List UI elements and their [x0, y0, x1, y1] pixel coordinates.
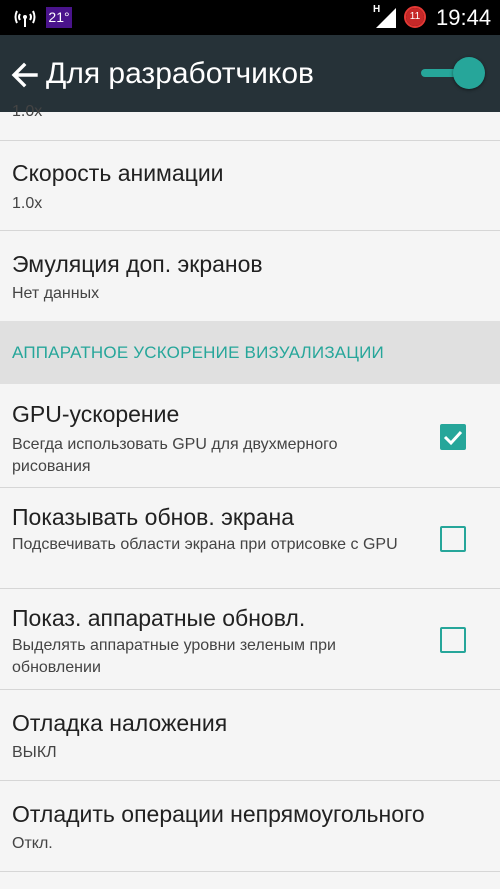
list-item-animation-scale[interactable]: Скорость анимации 1.0x [0, 141, 500, 231]
list-item-title: Отладка наложения [12, 710, 228, 736]
section-header-label: АППАРАТНОЕ УСКОРЕНИЕ ВИЗУАЛИЗАЦИИ [12, 343, 384, 362]
checkbox-unchecked[interactable] [440, 526, 466, 552]
hotspot-icon [14, 10, 36, 27]
list-item-title: Отладить операции непрямоугольного [12, 801, 425, 827]
page-title: Для разработчиков [46, 57, 314, 90]
list-item-title: GPU-ускорение [12, 401, 180, 427]
list-item-summary: 1.0x [12, 103, 43, 120]
temperature-badge: 21° [46, 7, 72, 28]
list-item-secondary-displays[interactable]: Эмуляция доп. экранов Нет данных [0, 231, 500, 321]
list-item-show-surface-updates[interactable]: Показывать обнов. экрана Подсвечивать об… [0, 488, 500, 589]
list-item-summary: Выделять аппаратные уровни зеленым при о… [12, 637, 336, 676]
list-item-cutoff[interactable]: 1.0x [0, 103, 500, 141]
list-item-title: Показ. аппаратные обновл. [12, 605, 306, 631]
checkbox-unchecked[interactable] [440, 627, 466, 653]
status-bar: 21° H 11 19:44 [0, 0, 500, 35]
list-item-summary: 1.0x [12, 195, 43, 212]
list-item-title: Эмуляция доп. экранов [12, 251, 263, 277]
notification-count-badge: 11 [406, 8, 424, 26]
developer-options-switch[interactable] [453, 57, 485, 89]
list-item-title: Показывать обнов. экрана [12, 504, 294, 530]
list-item-title: Скорость анимации [12, 160, 224, 186]
list-item-debug-non-rect-clip[interactable]: Отладить операции непрямоугольного Откл. [0, 781, 500, 872]
network-type: H [373, 4, 381, 15]
list-item-debug-overdraw[interactable]: Отладка наложения ВЫКЛ [0, 690, 500, 781]
list-item-gpu-rendering[interactable]: GPU-ускорение Всегда использовать GPU дл… [0, 384, 500, 488]
section-header: АППАРАТНОЕ УСКОРЕНИЕ ВИЗУАЛИЗАЦИИ [0, 321, 500, 384]
list-item-show-hardware-updates[interactable]: Показ. аппаратные обновл. Выделять аппар… [0, 589, 500, 690]
list-item-summary: ВЫКЛ [12, 744, 57, 761]
back-arrow-icon[interactable] [10, 61, 38, 89]
list-item-summary: Нет данных [12, 285, 100, 302]
list-item-summary: Всегда использовать GPU для двухмерного … [12, 436, 338, 475]
checkbox-checked[interactable] [440, 424, 466, 450]
clock: 19:44 [436, 5, 492, 30]
list-item-summary: Подсвечивать области экрана при отрисовк… [12, 536, 398, 553]
list-item-summary: Откл. [12, 835, 53, 852]
